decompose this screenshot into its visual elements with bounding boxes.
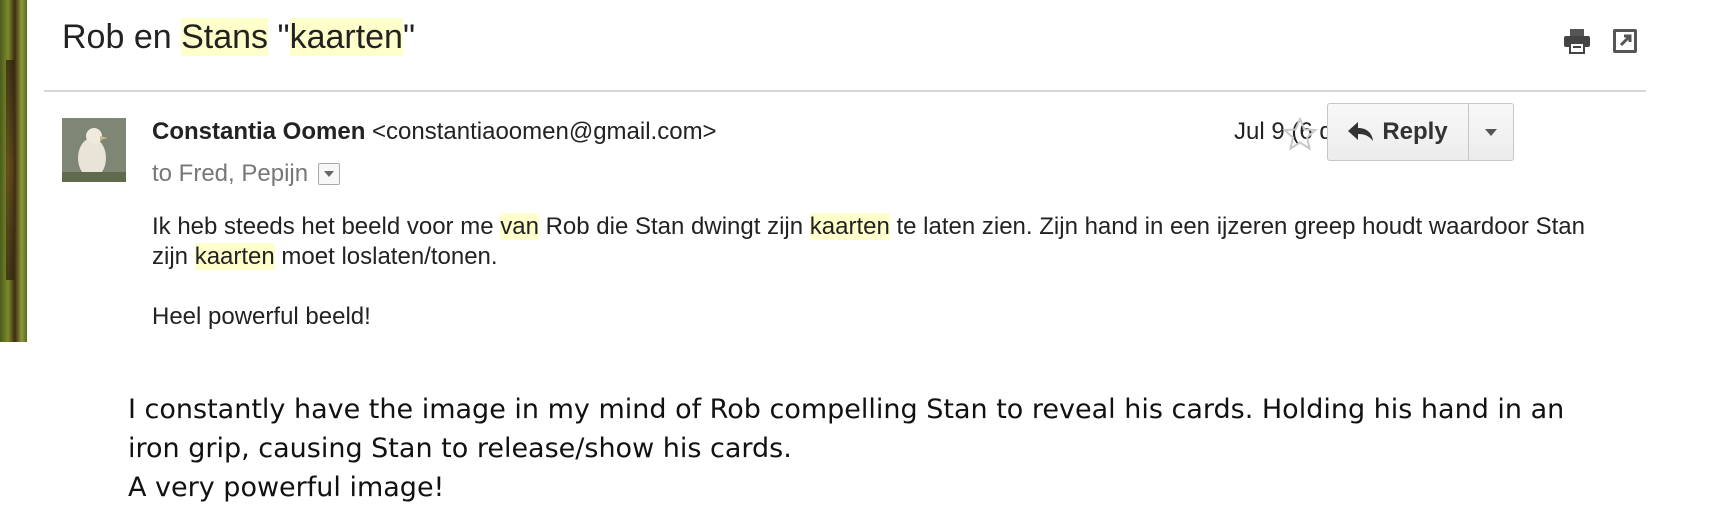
message-body: Ik heb steeds het beeld voor me van Rob … xyxy=(152,212,1592,332)
recipients: to Fred, Pepijn xyxy=(152,160,309,187)
subject-text: Rob en xyxy=(62,18,182,56)
sender-email: <constantiaoomen@gmail.com> xyxy=(372,118,717,145)
body-highlight: kaarten xyxy=(194,243,275,270)
translation-caption: I constantly have the image in my mind o… xyxy=(128,390,1608,507)
reply-arrow-icon xyxy=(1348,122,1374,141)
body-text: moet loslaten/tonen. xyxy=(274,243,498,270)
show-details-button[interactable] xyxy=(318,163,341,185)
background-photo-strip xyxy=(0,0,27,342)
printer-icon[interactable] xyxy=(1562,26,1592,56)
sender-line: Constantia Oomen <constantiaoomen@gmail.… xyxy=(152,118,717,146)
body-highlight: van xyxy=(500,213,539,240)
subject-text: " xyxy=(268,18,290,56)
subject-highlight: Stans xyxy=(181,18,269,56)
avatar xyxy=(62,118,126,182)
translation-line: I constantly have the image in my mind o… xyxy=(128,394,1565,425)
body-text: Ik heb steeds het beeld voor me xyxy=(152,213,501,240)
sender-name[interactable]: Constantia Oomen xyxy=(152,118,365,145)
email-subject: Rob en Stans "kaarten" xyxy=(62,18,415,57)
body-paragraph: Ik heb steeds het beeld voor me van Rob … xyxy=(152,212,1592,272)
subject-text: " xyxy=(402,18,416,56)
recipients-line: to Fred, Pepijn xyxy=(152,160,341,188)
chevron-down-icon xyxy=(1485,128,1497,136)
chevron-down-icon xyxy=(324,171,335,177)
email-thread: Rob en Stans "kaarten" Constantia Oomen … xyxy=(44,0,1646,342)
translation-line: iron grip, causing Stan to release/show … xyxy=(128,433,792,464)
more-actions-button[interactable] xyxy=(1469,104,1513,160)
new-window-icon[interactable] xyxy=(1610,26,1640,56)
translation-line: A very powerful image! xyxy=(128,472,445,503)
reply-button-group: Reply xyxy=(1327,103,1514,161)
subject-highlight: kaarten xyxy=(289,18,403,56)
header-divider xyxy=(44,90,1646,92)
body-text: Rob die Stan dwingt zijn xyxy=(538,213,810,240)
body-highlight: kaarten xyxy=(809,213,890,240)
reply-button[interactable]: Reply xyxy=(1328,104,1469,160)
subject-actions xyxy=(1562,26,1640,56)
reply-label: Reply xyxy=(1382,118,1448,145)
body-paragraph: Heel powerful beeld! xyxy=(152,303,371,330)
star-icon[interactable] xyxy=(1281,116,1319,152)
